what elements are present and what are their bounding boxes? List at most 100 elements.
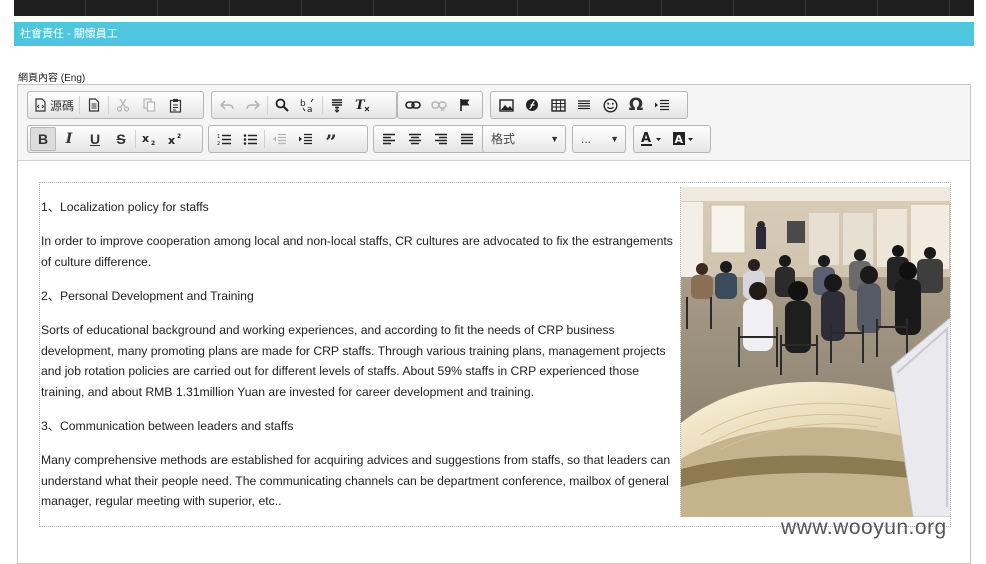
nav-item[interactable] (302, 0, 374, 16)
link-button[interactable] (400, 93, 426, 117)
training-photo[interactable] (680, 187, 950, 517)
quote-icon: ” (325, 130, 337, 154)
font-size-dropdown[interactable]: ... ▼ (572, 125, 626, 153)
clipboard-icon (169, 98, 181, 113)
paragraph-communication: Many comprehensive methods are establish… (41, 453, 671, 509)
subscript-button[interactable]: x2 (137, 127, 163, 151)
copy-button[interactable] (136, 93, 162, 117)
align-left-icon (383, 133, 395, 145)
strikethrough-button[interactable]: S (108, 127, 134, 151)
outdent-icon (272, 133, 286, 144)
select-all-button[interactable] (324, 93, 350, 117)
format-dropdown[interactable]: 格式 ▼ (482, 125, 566, 153)
redo-icon (246, 100, 261, 110)
format-dropdown-label: 格式 (491, 132, 516, 146)
nav-item[interactable] (446, 0, 518, 16)
watermark-text: www.wooyun.org (781, 516, 947, 539)
find-button[interactable] (269, 93, 295, 117)
horizontal-rule-button[interactable] (571, 93, 597, 117)
image-button[interactable] (493, 93, 519, 117)
nav-item[interactable] (518, 0, 590, 16)
nav-item[interactable] (158, 0, 230, 16)
section-title-bar: 社會責任 - 關懷員工 (14, 22, 974, 46)
svg-text:T: T (355, 98, 366, 113)
italic-button[interactable]: I (56, 127, 82, 151)
bulleted-list-button[interactable] (237, 127, 263, 151)
heading-localization: 1、Localization policy for staffs (41, 200, 209, 214)
editor-toolbar: 源碼 b a T Ω B I U S x 2 x 2 1 2 ” 格式 ▼ ..… (18, 85, 970, 161)
rich-text-editor[interactable]: 源碼 b a T Ω B I U S x 2 x 2 1 2 ” 格式 ▼ ..… (17, 84, 971, 564)
italic-icon: I (65, 131, 73, 147)
flag-icon (460, 99, 470, 111)
nav-item[interactable] (662, 0, 734, 16)
background-color-button[interactable]: A (668, 127, 700, 151)
svg-text:x: x (142, 132, 149, 145)
toolbar-group-align (373, 125, 489, 153)
chevron-down-icon: ▼ (610, 134, 619, 144)
svg-text:2: 2 (151, 140, 155, 146)
nav-item[interactable] (374, 0, 446, 16)
background-color-icon: A (673, 132, 693, 146)
nav-item[interactable] (878, 0, 950, 16)
toolbar-group-document: 源碼 (27, 91, 204, 119)
undo-button[interactable] (214, 93, 240, 117)
strikethrough-icon: S (116, 131, 126, 147)
underline-button[interactable]: U (82, 127, 108, 151)
indent-button[interactable] (292, 127, 318, 151)
align-justify-button[interactable] (454, 127, 480, 151)
source-button[interactable]: 源碼 (30, 93, 78, 117)
nav-item[interactable] (230, 0, 302, 16)
special-char-button[interactable]: Ω (623, 93, 649, 117)
flash-icon (526, 99, 538, 111)
remove-format-button[interactable]: T (350, 93, 376, 117)
blockquote-button[interactable]: ” (318, 127, 344, 154)
nav-item[interactable] (590, 0, 662, 16)
text-color-button[interactable]: A (636, 127, 668, 151)
bold-button[interactable]: B (30, 127, 56, 151)
align-right-button[interactable] (428, 127, 454, 151)
training-room-image (681, 187, 950, 517)
anchor-button[interactable] (452, 93, 478, 117)
horizontal-rule-icon (578, 100, 590, 110)
svg-text:A: A (641, 131, 651, 146)
document-icon (88, 98, 100, 112)
nav-item[interactable] (806, 0, 878, 16)
nav-item[interactable] (734, 0, 806, 16)
undo-icon (219, 100, 234, 110)
align-center-button[interactable] (402, 127, 428, 151)
unlink-button[interactable] (426, 93, 452, 117)
preview-button[interactable] (81, 93, 107, 117)
align-center-icon (409, 133, 421, 145)
page-break-button[interactable] (649, 93, 675, 117)
superscript-button[interactable]: x2 (163, 127, 189, 151)
subscript-icon: x2 (142, 132, 155, 146)
cut-button[interactable] (110, 93, 136, 117)
numbered-list-button[interactable]: 12 (211, 127, 237, 151)
copy-icon (142, 98, 155, 112)
svg-text:1: 1 (217, 134, 220, 140)
paragraph-localization: In order to improve cooperation among lo… (41, 234, 673, 269)
smiley-button[interactable] (597, 93, 623, 117)
smiley-icon (602, 97, 618, 113)
flash-button[interactable] (519, 93, 545, 117)
nav-item[interactable] (86, 0, 158, 16)
bold-icon: B (37, 131, 49, 147)
align-left-button[interactable] (376, 127, 402, 151)
table-button[interactable] (545, 93, 571, 117)
select-all-icon (332, 98, 342, 113)
text-color-icon: A (641, 131, 661, 146)
content-field-label: 網頁內容 (Eng) (18, 73, 86, 84)
omega-icon: Ω (628, 95, 644, 115)
outdent-button[interactable] (266, 127, 292, 151)
replace-button[interactable]: ba (295, 93, 321, 117)
nav-item[interactable] (14, 0, 86, 16)
toolbar-group-colors: A A (633, 125, 711, 153)
paragraph-training: Sorts of educational background and work… (41, 323, 666, 400)
content-text-column[interactable]: 1、Localization policy for staffs In orde… (41, 183, 679, 526)
top-navigation-bar[interactable] (14, 0, 974, 16)
redo-button[interactable] (240, 93, 266, 117)
numbered-list-icon: 12 (217, 134, 231, 146)
svg-text:2: 2 (217, 141, 220, 146)
paste-button[interactable] (162, 93, 188, 117)
editor-content-area[interactable]: 1、Localization policy for staffs In orde… (39, 182, 951, 527)
